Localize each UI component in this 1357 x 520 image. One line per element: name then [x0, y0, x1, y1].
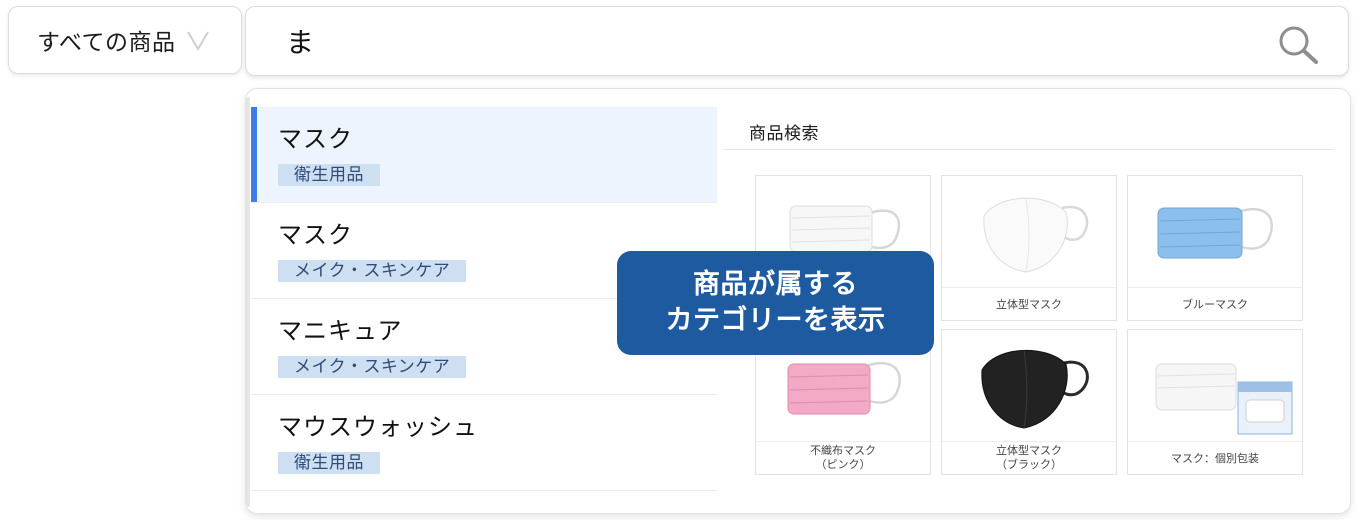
product-caption: 不織布マスク — [810, 444, 876, 457]
suggestion-term: マウスウォッシュ — [278, 413, 478, 441]
scrollbar[interactable] — [246, 97, 250, 507]
category-select[interactable]: すべての商品 — [8, 6, 242, 74]
search-icon[interactable] — [1276, 23, 1320, 65]
product-image-black-3d-mask — [942, 330, 1116, 442]
results-title: 商品検索 — [749, 124, 819, 144]
product-image-individually-wrapped-mask — [1128, 330, 1302, 442]
chevron-down-icon — [187, 31, 210, 51]
suggestion-item[interactable]: マスク 衛生用品 — [251, 107, 717, 203]
divider — [724, 149, 1334, 150]
suggestion-category-badge: メイク・スキンケア — [278, 260, 467, 282]
product-caption-sub: （ブラック） — [996, 458, 1062, 471]
search-box — [245, 6, 1349, 76]
product-caption: マスク：個別包装 — [1171, 452, 1259, 465]
callout-line-1: 商品が属する — [693, 269, 858, 300]
suggestion-term: マニキュア — [278, 317, 403, 345]
suggestion-term: マスク — [278, 221, 353, 249]
category-callout: 商品が属する カテゴリーを表示 — [617, 251, 934, 355]
product-card[interactable]: 立体型マスク （ブラック） — [941, 329, 1117, 475]
product-caption: 立体型マスク — [996, 444, 1062, 457]
callout-line-2: カテゴリーを表示 — [665, 305, 886, 336]
suggestion-category-badge: メイク・スキンケア — [278, 356, 467, 378]
product-card[interactable]: ブルーマスク — [1127, 175, 1303, 321]
product-card[interactable]: 立体型マスク — [941, 175, 1117, 321]
product-caption-sub: （ピンク） — [815, 458, 871, 471]
suggestion-term: マスク — [278, 125, 353, 153]
suggestion-category-badge: 衛生用品 — [278, 452, 380, 474]
category-select-label: すべての商品 — [37, 30, 176, 56]
suggestion-category-badge: 衛生用品 — [278, 164, 380, 186]
product-caption: ブルーマスク — [1182, 298, 1248, 311]
product-image-white-3d-mask — [942, 176, 1116, 288]
product-caption: 立体型マスク — [996, 298, 1062, 311]
search-input[interactable] — [286, 19, 786, 63]
product-card[interactable]: マスク：個別包装 — [1127, 329, 1303, 475]
product-image-blue-pleated-mask — [1128, 176, 1302, 288]
suggestion-item[interactable]: マウスウォッシュ 衛生用品 — [251, 395, 717, 491]
